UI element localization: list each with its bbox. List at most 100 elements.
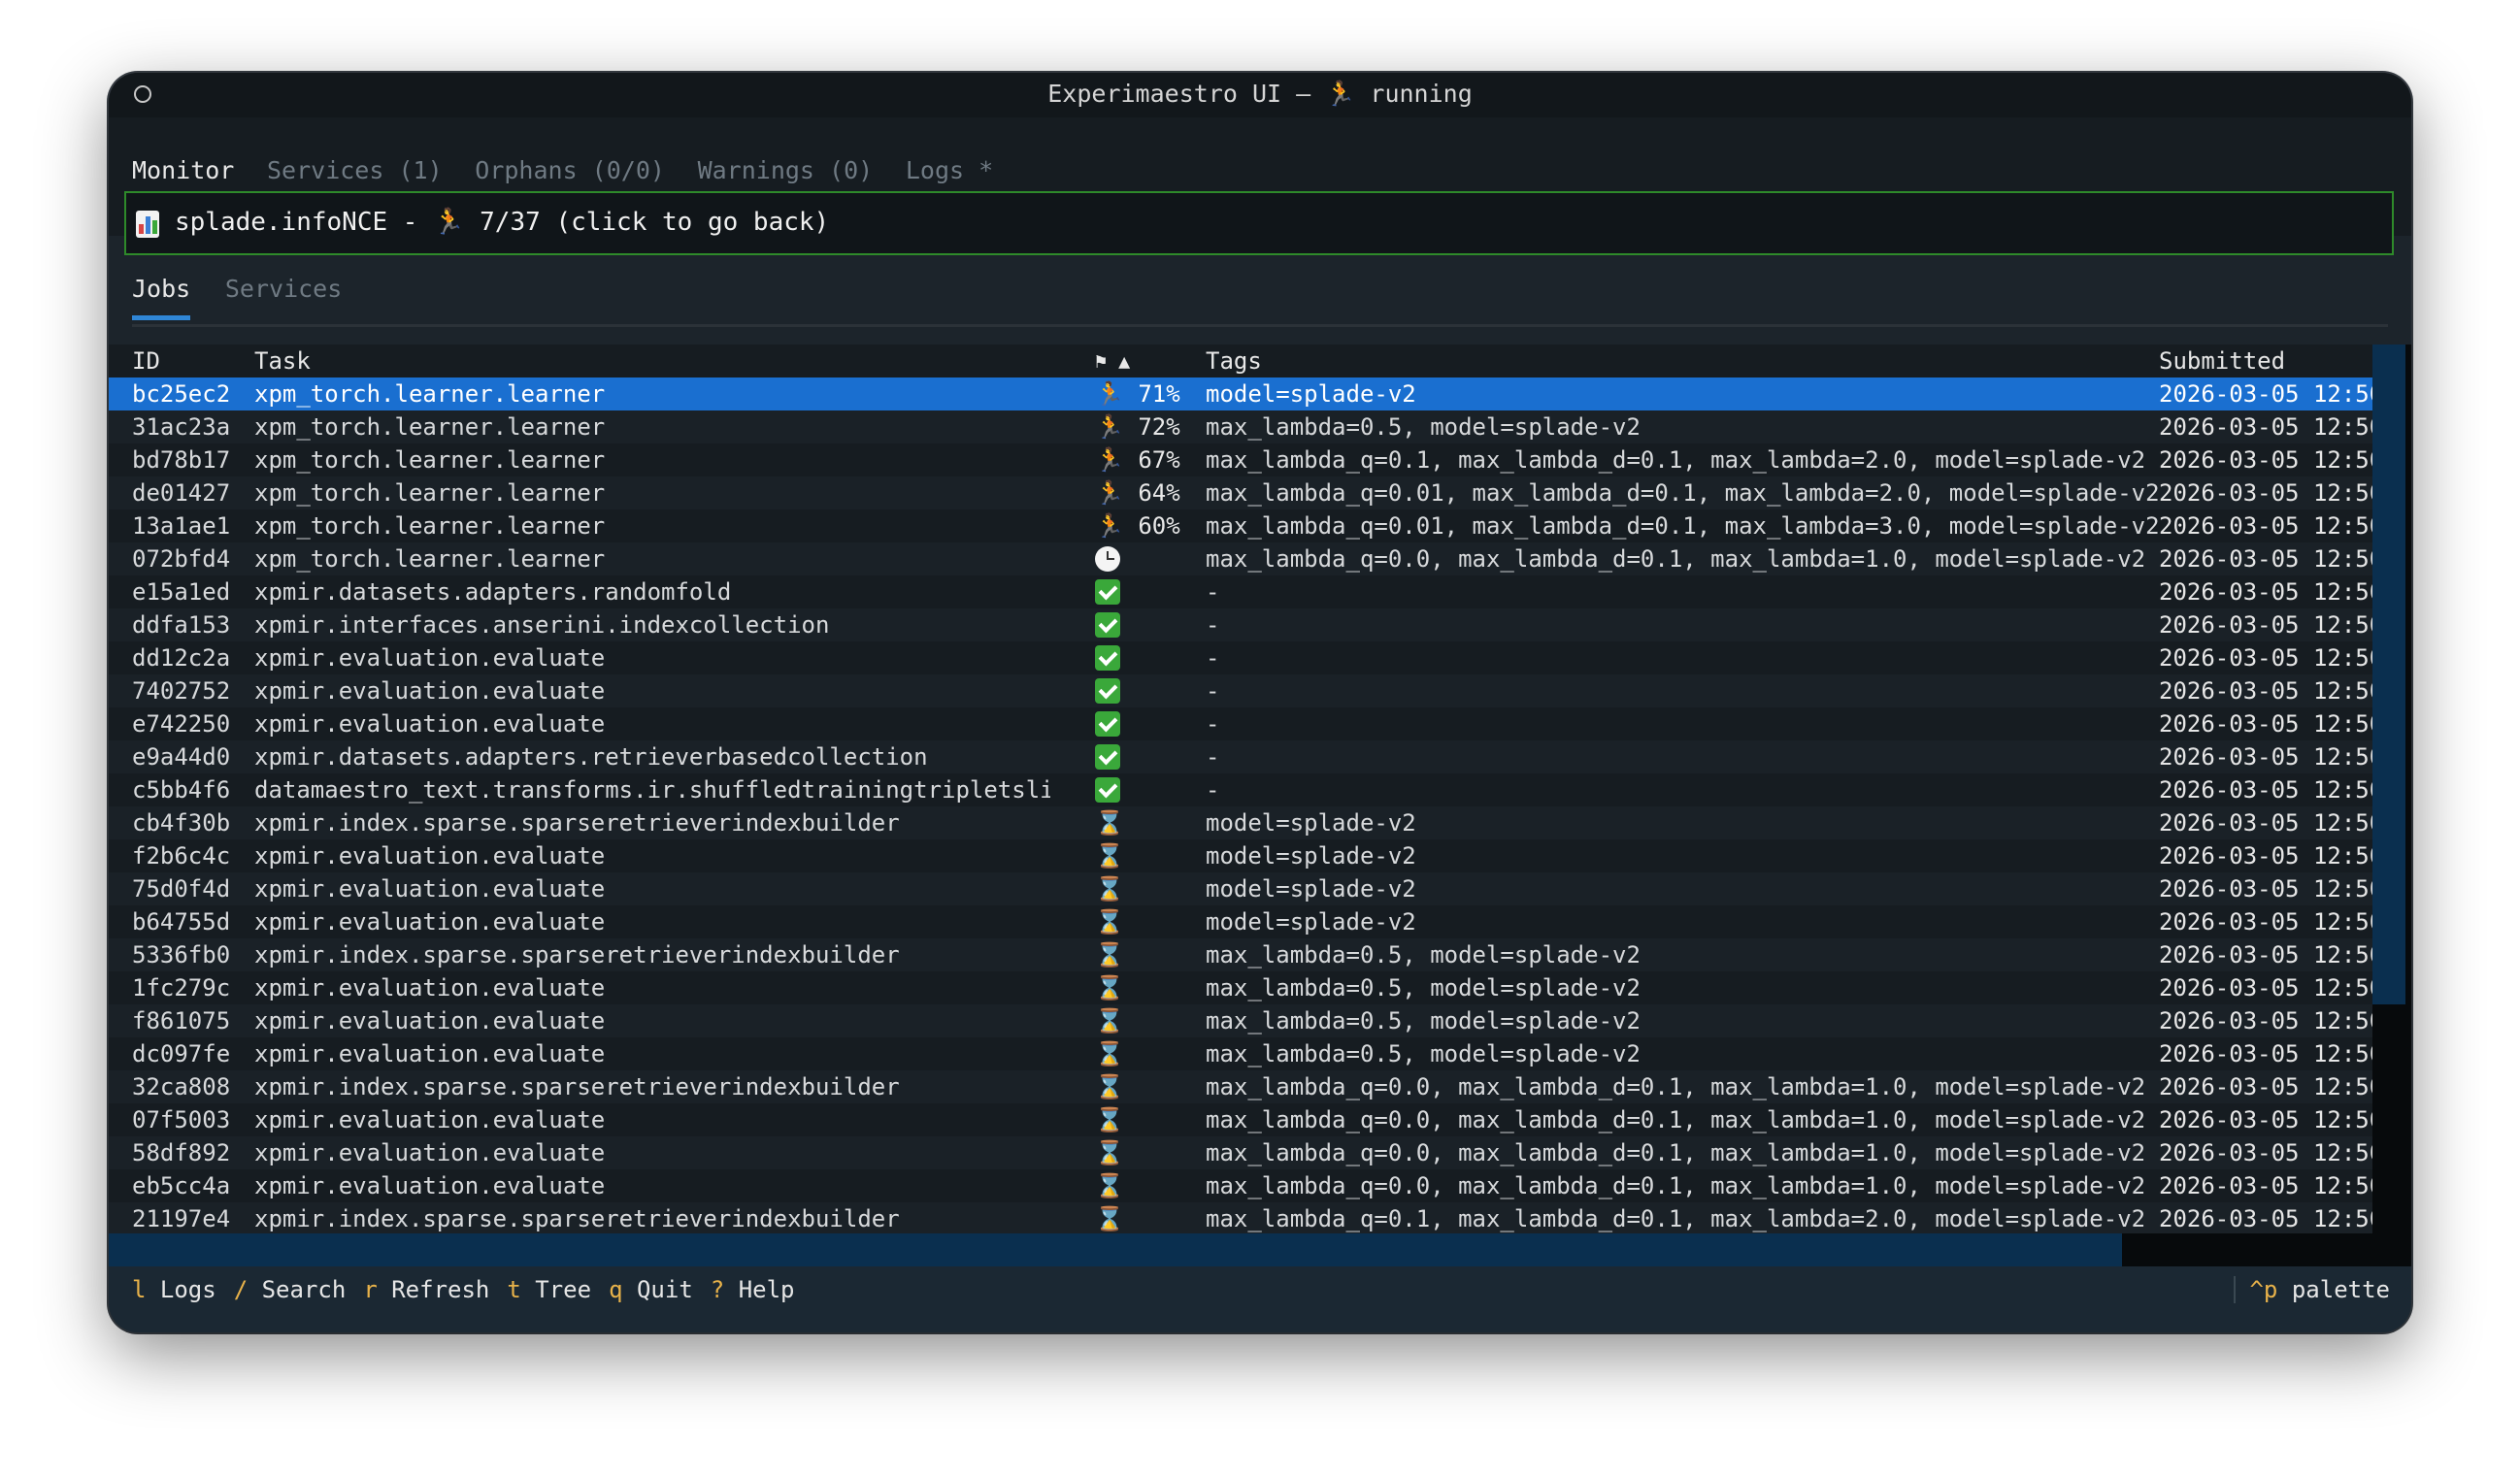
- table-row[interactable]: 5336fb0 xpmir.index.sparse.sparseretrieve…: [109, 938, 2382, 971]
- clock-icon: [1095, 546, 1120, 572]
- shortcut-key: l: [132, 1276, 147, 1303]
- job-tags: max_lambda=0.5, model=splade-v2: [1206, 1007, 1641, 1034]
- job-task: xpmir.evaluation.evaluate: [254, 1106, 606, 1133]
- job-id: dd12c2a: [132, 644, 231, 672]
- job-submitted: 2026-03-05 12:50: [2159, 941, 2382, 968]
- job-task: datamaestro_text.transforms.ir.shuffledt…: [254, 776, 1050, 804]
- shortcut-list: l Logs / Search r Refresh t Tree q Quit ? Hel…: [132, 1276, 812, 1303]
- shortcut-search[interactable]: / Search: [234, 1276, 347, 1303]
- table-row[interactable]: 7402752 xpmir.evaluation.evaluate - 2026-03…: [109, 674, 2382, 707]
- table-row[interactable]: 32ca808 xpmir.index.sparse.sparseretrieve…: [109, 1070, 2382, 1103]
- job-status: ⌛: [1095, 938, 1192, 971]
- check-icon: [1095, 744, 1120, 770]
- horizontal-scrollbar[interactable]: [109, 1233, 2372, 1266]
- shortcut-quit[interactable]: q Quit: [609, 1276, 693, 1303]
- job-tags: -: [1206, 743, 1220, 771]
- job-id: de01427: [132, 479, 231, 507]
- job-task: xpmir.datasets.adapters.retrieverbasedco…: [254, 743, 928, 771]
- table-row[interactable]: 07f5003 xpmir.evaluation.evaluate ⌛ max_lam…: [109, 1103, 2382, 1136]
- job-submitted: 2026-03-05 12:50: [2159, 380, 2382, 408]
- job-id: bd78b17: [132, 446, 231, 474]
- table-row[interactable]: 13a1ae1 xpm_torch.learner.learner 🏃 60% max…: [109, 509, 2382, 542]
- table-row[interactable]: c5bb4f6 datamaestro_text.transforms.ir.sh…: [109, 773, 2382, 806]
- shortcut-logs[interactable]: l Logs: [132, 1276, 216, 1303]
- table-row[interactable]: f2b6c4c xpmir.evaluation.evaluate ⌛ model=s…: [109, 839, 2382, 872]
- job-id: 75d0f4d: [132, 875, 231, 903]
- table-row[interactable]: 58df892 xpmir.evaluation.evaluate ⌛ max_lam…: [109, 1136, 2382, 1169]
- table-row[interactable]: b64755d xpmir.evaluation.evaluate ⌛ model=s…: [109, 905, 2382, 938]
- job-progress: 71%: [1138, 380, 1180, 408]
- subtab-jobs[interactable]: Jobs: [132, 275, 191, 320]
- job-progress: 64%: [1138, 479, 1180, 507]
- job-submitted: 2026-03-05 12:50: [2159, 1007, 2382, 1034]
- hourglass-icon: ⌛: [1095, 1040, 1124, 1067]
- table-header: ID Task ⚑ ▲ Tags Submitted: [109, 345, 2372, 377]
- scrollbar-thumb[interactable]: [2372, 345, 2405, 1004]
- job-tags: max_lambda_q=0.0, max_lambda_d=0.1, max_…: [1206, 545, 2146, 573]
- job-id: f861075: [132, 1007, 231, 1034]
- job-id: bc25ec2: [132, 380, 231, 408]
- job-tags: -: [1206, 677, 1220, 705]
- table-row[interactable]: bc25ec2 xpm_torch.learner.learner 🏃 71% mod…: [109, 377, 2382, 410]
- hourglass-icon: ⌛: [1095, 908, 1124, 935]
- table-row[interactable]: e742250 xpmir.evaluation.evaluate - 2026-03…: [109, 707, 2382, 740]
- table-row[interactable]: dd12c2a xpmir.evaluation.evaluate - 2026-03…: [109, 641, 2382, 674]
- job-submitted: 2026-03-05 12:50: [2159, 776, 2382, 804]
- table-row[interactable]: 21197e4 xpmir.index.sparse.sparseretrieve…: [109, 1202, 2382, 1235]
- job-task: xpm_torch.learner.learner: [254, 545, 606, 573]
- job-tags: model=splade-v2: [1206, 809, 1416, 837]
- header-status-sort[interactable]: ⚑ ▲: [1095, 345, 1192, 377]
- shortcut-help[interactable]: ? Help: [711, 1276, 795, 1303]
- job-submitted: 2026-03-05 12:50: [2159, 974, 2382, 1001]
- subtab-services[interactable]: Services: [225, 275, 342, 320]
- shortcut-label: Logs: [159, 1276, 216, 1303]
- job-status: 🏃 64%: [1095, 476, 1192, 509]
- job-tags: max_lambda_q=0.01, max_lambda_d=0.1, max…: [1206, 512, 2160, 540]
- job-tags: max_lambda=0.5, model=splade-v2: [1206, 974, 1641, 1001]
- job-tags: -: [1206, 710, 1220, 738]
- table-row[interactable]: cb4f30b xpmir.index.sparse.sparseretrieve…: [109, 806, 2382, 839]
- header-id[interactable]: ID: [132, 345, 249, 377]
- header-submitted[interactable]: Submitted: [2159, 345, 2382, 377]
- job-status: ⌛: [1095, 1070, 1192, 1103]
- shortcut-tree[interactable]: t Tree: [507, 1276, 591, 1303]
- job-task: xpmir.interfaces.anserini.indexcollectio…: [254, 611, 830, 639]
- table-row[interactable]: bd78b17 xpm_torch.learner.learner 🏃 67% max…: [109, 443, 2382, 476]
- job-task: xpmir.evaluation.evaluate: [254, 1172, 606, 1199]
- job-status: 🏃 67%: [1095, 443, 1192, 476]
- table-row[interactable]: de01427 xpm_torch.learner.learner 🏃 64% max…: [109, 476, 2382, 509]
- bar-chart-icon: [136, 211, 159, 238]
- table-row[interactable]: 75d0f4d xpmir.evaluation.evaluate ⌛ model=s…: [109, 872, 2382, 905]
- vertical-scrollbar[interactable]: [2372, 345, 2411, 1299]
- experiment-progress: 7/37: [480, 208, 541, 237]
- header-task[interactable]: Task: [254, 345, 1050, 377]
- table-row[interactable]: f861075 xpmir.evaluation.evaluate ⌛ max_lam…: [109, 1004, 2382, 1037]
- table-row[interactable]: dc097fe xpmir.evaluation.evaluate ⌛ max_lam…: [109, 1037, 2382, 1070]
- hourglass-icon: ⌛: [1095, 1172, 1124, 1199]
- table-row[interactable]: 072bfd4 xpm_torch.learner.learner max_lamb…: [109, 542, 2382, 575]
- job-task: xpmir.index.sparse.sparseretrieverindexb…: [254, 1073, 900, 1100]
- table-row[interactable]: 31ac23a xpm_torch.learner.learner 🏃 72% max…: [109, 410, 2382, 443]
- job-submitted: 2026-03-05 12:50: [2159, 743, 2382, 771]
- shortcut-key: /: [233, 1276, 249, 1303]
- job-submitted: 2026-03-05 12:50: [2159, 1073, 2382, 1100]
- table-row[interactable]: ddfa153 xpmir.interfaces.anserini.indexco…: [109, 608, 2382, 641]
- header-tags[interactable]: Tags: [1206, 345, 2167, 377]
- experiment-banner[interactable]: splade.infoNCE - 🏃 7/37 (click to go bac…: [124, 191, 2394, 255]
- go-back-hint[interactable]: (click to go back): [555, 208, 829, 237]
- command-palette-button[interactable]: ^p palette: [2234, 1276, 2390, 1303]
- job-task: xpmir.evaluation.evaluate: [254, 1007, 606, 1034]
- job-id: ddfa153: [132, 611, 231, 639]
- running-icon: 🏃: [1095, 413, 1124, 441]
- job-submitted: 2026-03-05 12:50: [2159, 842, 2382, 870]
- job-submitted: 2026-03-05 12:50: [2159, 578, 2382, 606]
- table-row[interactable]: e15a1ed xpmir.datasets.adapters.randomfol…: [109, 575, 2382, 608]
- table-row[interactable]: eb5cc4a xpmir.evaluation.evaluate ⌛ max_lam…: [109, 1169, 2382, 1202]
- job-submitted: 2026-03-05 12:50: [2159, 677, 2382, 705]
- job-status: ⌛: [1095, 839, 1192, 872]
- table-row[interactable]: 1fc279c xpmir.evaluation.evaluate ⌛ max_lam…: [109, 971, 2382, 1004]
- shortcut-refresh[interactable]: r Refresh: [363, 1276, 489, 1303]
- job-progress: 60%: [1138, 512, 1180, 540]
- experiment-name: splade.infoNCE: [175, 208, 388, 237]
- table-row[interactable]: e9a44d0 xpmir.datasets.adapters.retriever…: [109, 740, 2382, 773]
